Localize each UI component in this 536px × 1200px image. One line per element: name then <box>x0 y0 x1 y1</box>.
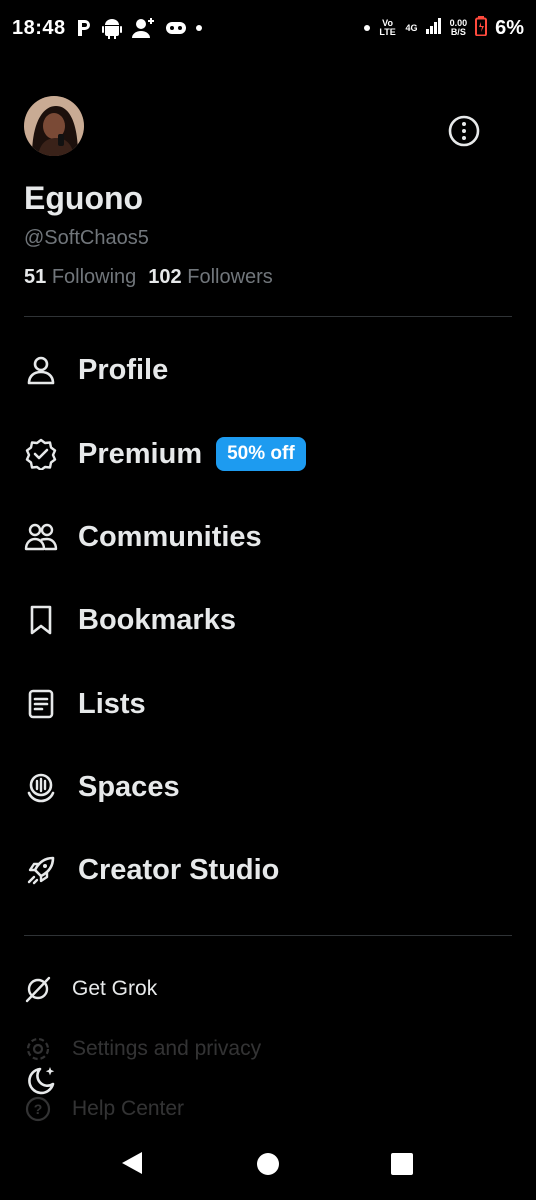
more-vertical-icon <box>448 115 480 147</box>
menu-item-communities[interactable]: Communities <box>24 513 262 561</box>
status-time: 18:48 <box>12 16 66 39</box>
notification-dot-right <box>363 25 370 31</box>
svg-text:?: ? <box>34 1101 43 1117</box>
menu-item-spaces[interactable]: Spaces <box>24 763 180 811</box>
following-count: 51 <box>24 266 47 288</box>
menu-item-lists[interactable]: Lists <box>24 680 146 728</box>
signal-type: 4G <box>405 22 418 33</box>
person-icon <box>24 353 58 387</box>
more-options-button[interactable] <box>446 113 482 149</box>
system-nav-bar <box>0 1130 536 1200</box>
network-speed: 0.00 B/S <box>450 19 468 37</box>
notification-dot <box>195 25 202 31</box>
parking-app-icon <box>76 18 92 38</box>
nav-recents-button[interactable] <box>391 1153 413 1175</box>
signal-strength-icon <box>425 17 442 39</box>
theme-toggle-button[interactable] <box>24 1064 58 1098</box>
menu-label-settings: Settings and privacy <box>72 1037 262 1060</box>
menu-label-spaces: Spaces <box>78 770 180 803</box>
divider-bottom <box>24 935 512 936</box>
battery-percent: 6% <box>495 16 524 39</box>
menu-label-lists: Lists <box>78 687 146 720</box>
menu-label-premium: Premium <box>78 437 203 470</box>
followers-link[interactable]: 102 Followers <box>148 266 273 289</box>
menu-item-settings[interactable]: Settings and privacy <box>24 1032 261 1066</box>
followers-count: 102 <box>148 266 182 288</box>
follow-stats: 51 Following 102 Followers <box>24 266 273 289</box>
followers-label: Followers <box>187 266 273 288</box>
menu-label-creator-studio: Creator Studio <box>78 853 280 886</box>
menu-item-premium[interactable]: Premium 50% off <box>24 430 306 478</box>
network-speed-unit: B/S <box>450 27 466 37</box>
list-icon <box>24 687 58 721</box>
menu-item-bookmarks[interactable]: Bookmarks <box>24 596 236 644</box>
back-triangle-icon <box>122 1152 142 1174</box>
rocket-icon <box>24 853 58 887</box>
profile-handle: @SoftChaos5 <box>24 227 149 249</box>
verified-badge-icon <box>24 437 58 471</box>
nav-home-button[interactable] <box>257 1153 279 1175</box>
menu-label-get-grok: Get Grok <box>72 977 158 1000</box>
gamepad-icon <box>165 21 186 35</box>
menu-label-bookmarks: Bookmarks <box>78 603 236 636</box>
menu-label-communities: Communities <box>78 520 262 553</box>
volte-indicator: Vo LTE <box>379 18 396 37</box>
moon-icon <box>28 1067 55 1095</box>
divider-top <box>24 316 512 317</box>
premium-discount-badge: 50% off <box>216 437 306 471</box>
avatar[interactable] <box>24 96 84 156</box>
menu-label-help: Help Center <box>72 1097 185 1120</box>
people-icon <box>24 520 58 554</box>
add-contact-icon <box>131 17 156 39</box>
nav-back-button[interactable] <box>120 1150 144 1181</box>
battery-icon <box>475 15 488 41</box>
grok-icon <box>24 975 52 1003</box>
following-link[interactable]: 51 Following <box>24 266 136 289</box>
status-bar: 18:48 Vo LTE 4G 0.00 B/S 6% <box>0 0 536 56</box>
help-icon: ? <box>24 1095 52 1123</box>
profile-name: Eguono <box>24 180 144 216</box>
menu-item-get-grok[interactable]: Get Grok <box>24 972 157 1006</box>
android-icon <box>101 17 122 39</box>
menu-item-profile[interactable]: Profile <box>24 346 168 394</box>
microphone-icon <box>24 770 58 804</box>
gear-icon <box>24 1035 52 1063</box>
bookmark-icon <box>24 603 58 637</box>
menu-item-creator-studio[interactable]: Creator Studio <box>24 846 279 894</box>
following-label: Following <box>51 266 137 288</box>
menu-label-profile: Profile <box>78 353 169 386</box>
